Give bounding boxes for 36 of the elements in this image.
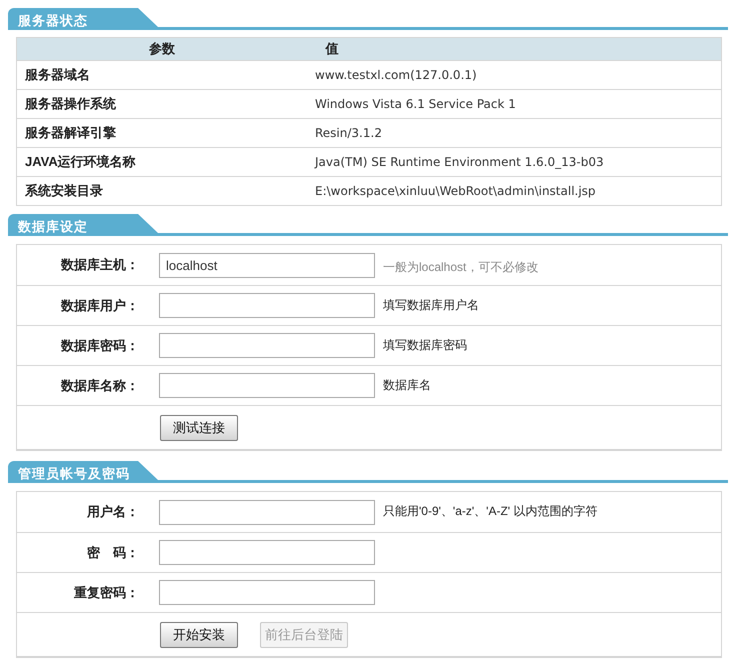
field-label: 重复密码： <box>73 584 140 602</box>
input-field[interactable] <box>159 500 375 524</box>
input-field[interactable]: localhost <box>159 252 375 278</box>
button[interactable]: 开始安装 <box>160 622 238 648</box>
table-cell-text: Windows Vista 6.1 Service Pack 1 <box>314 96 516 113</box>
table-cell-text: Resin/3.1.2 <box>314 125 382 142</box>
section-title: 数据库设定 <box>8 214 158 236</box>
field-hint: 填写数据库用户名 <box>383 297 479 314</box>
field-hint: 填写数据库密码 <box>383 337 467 354</box>
button[interactable]: 测试连接 <box>160 414 238 440</box>
table-cell-text: 服务器操作系统 <box>24 95 117 114</box>
field-label: 数据库主机： <box>60 256 140 274</box>
table-cell-text: 服务器解译引擎 <box>24 124 117 142</box>
field-label: 密 码： <box>86 544 140 562</box>
table-cell-text: JAVA运行环境名称 <box>24 153 137 172</box>
input-field[interactable] <box>159 333 375 358</box>
input-field[interactable] <box>159 540 375 565</box>
column-header: 值 <box>324 40 340 58</box>
field-label: 数据库名称： <box>60 376 140 395</box>
table-cell-text: E:\workspace\xinluu\WebRoot\admin\install.jsp <box>314 183 596 200</box>
field-hint: 数据库名 <box>383 377 431 394</box>
section-title: 服务器状态 <box>8 8 158 30</box>
field-hint: 只能用'0-9'、'a-z'、'A-Z' 以内范围的字符 <box>383 503 598 520</box>
input-field[interactable] <box>159 293 375 318</box>
column-header: 参数 <box>148 40 176 58</box>
table-cell-text: www.testxl.com(127.0.0.1) <box>314 67 477 84</box>
field-label: 数据库用户： <box>60 296 140 315</box>
table-cell-text: 系统安装目录 <box>24 182 104 200</box>
input-field[interactable] <box>159 373 375 398</box>
table-cell-text: Java(TM) SE Runtime Environment 1.6.0_13-b03 <box>313 154 604 171</box>
field-label: 用户名： <box>86 503 140 522</box>
field-label: 数据库密码： <box>60 336 140 355</box>
section-title: 管理员帐号及密码 <box>8 461 158 483</box>
input-field[interactable] <box>159 580 375 605</box>
table-cell-text: 服务器域名 <box>24 66 91 84</box>
field-hint: 一般为localhost，可不必修改 <box>383 259 538 276</box>
